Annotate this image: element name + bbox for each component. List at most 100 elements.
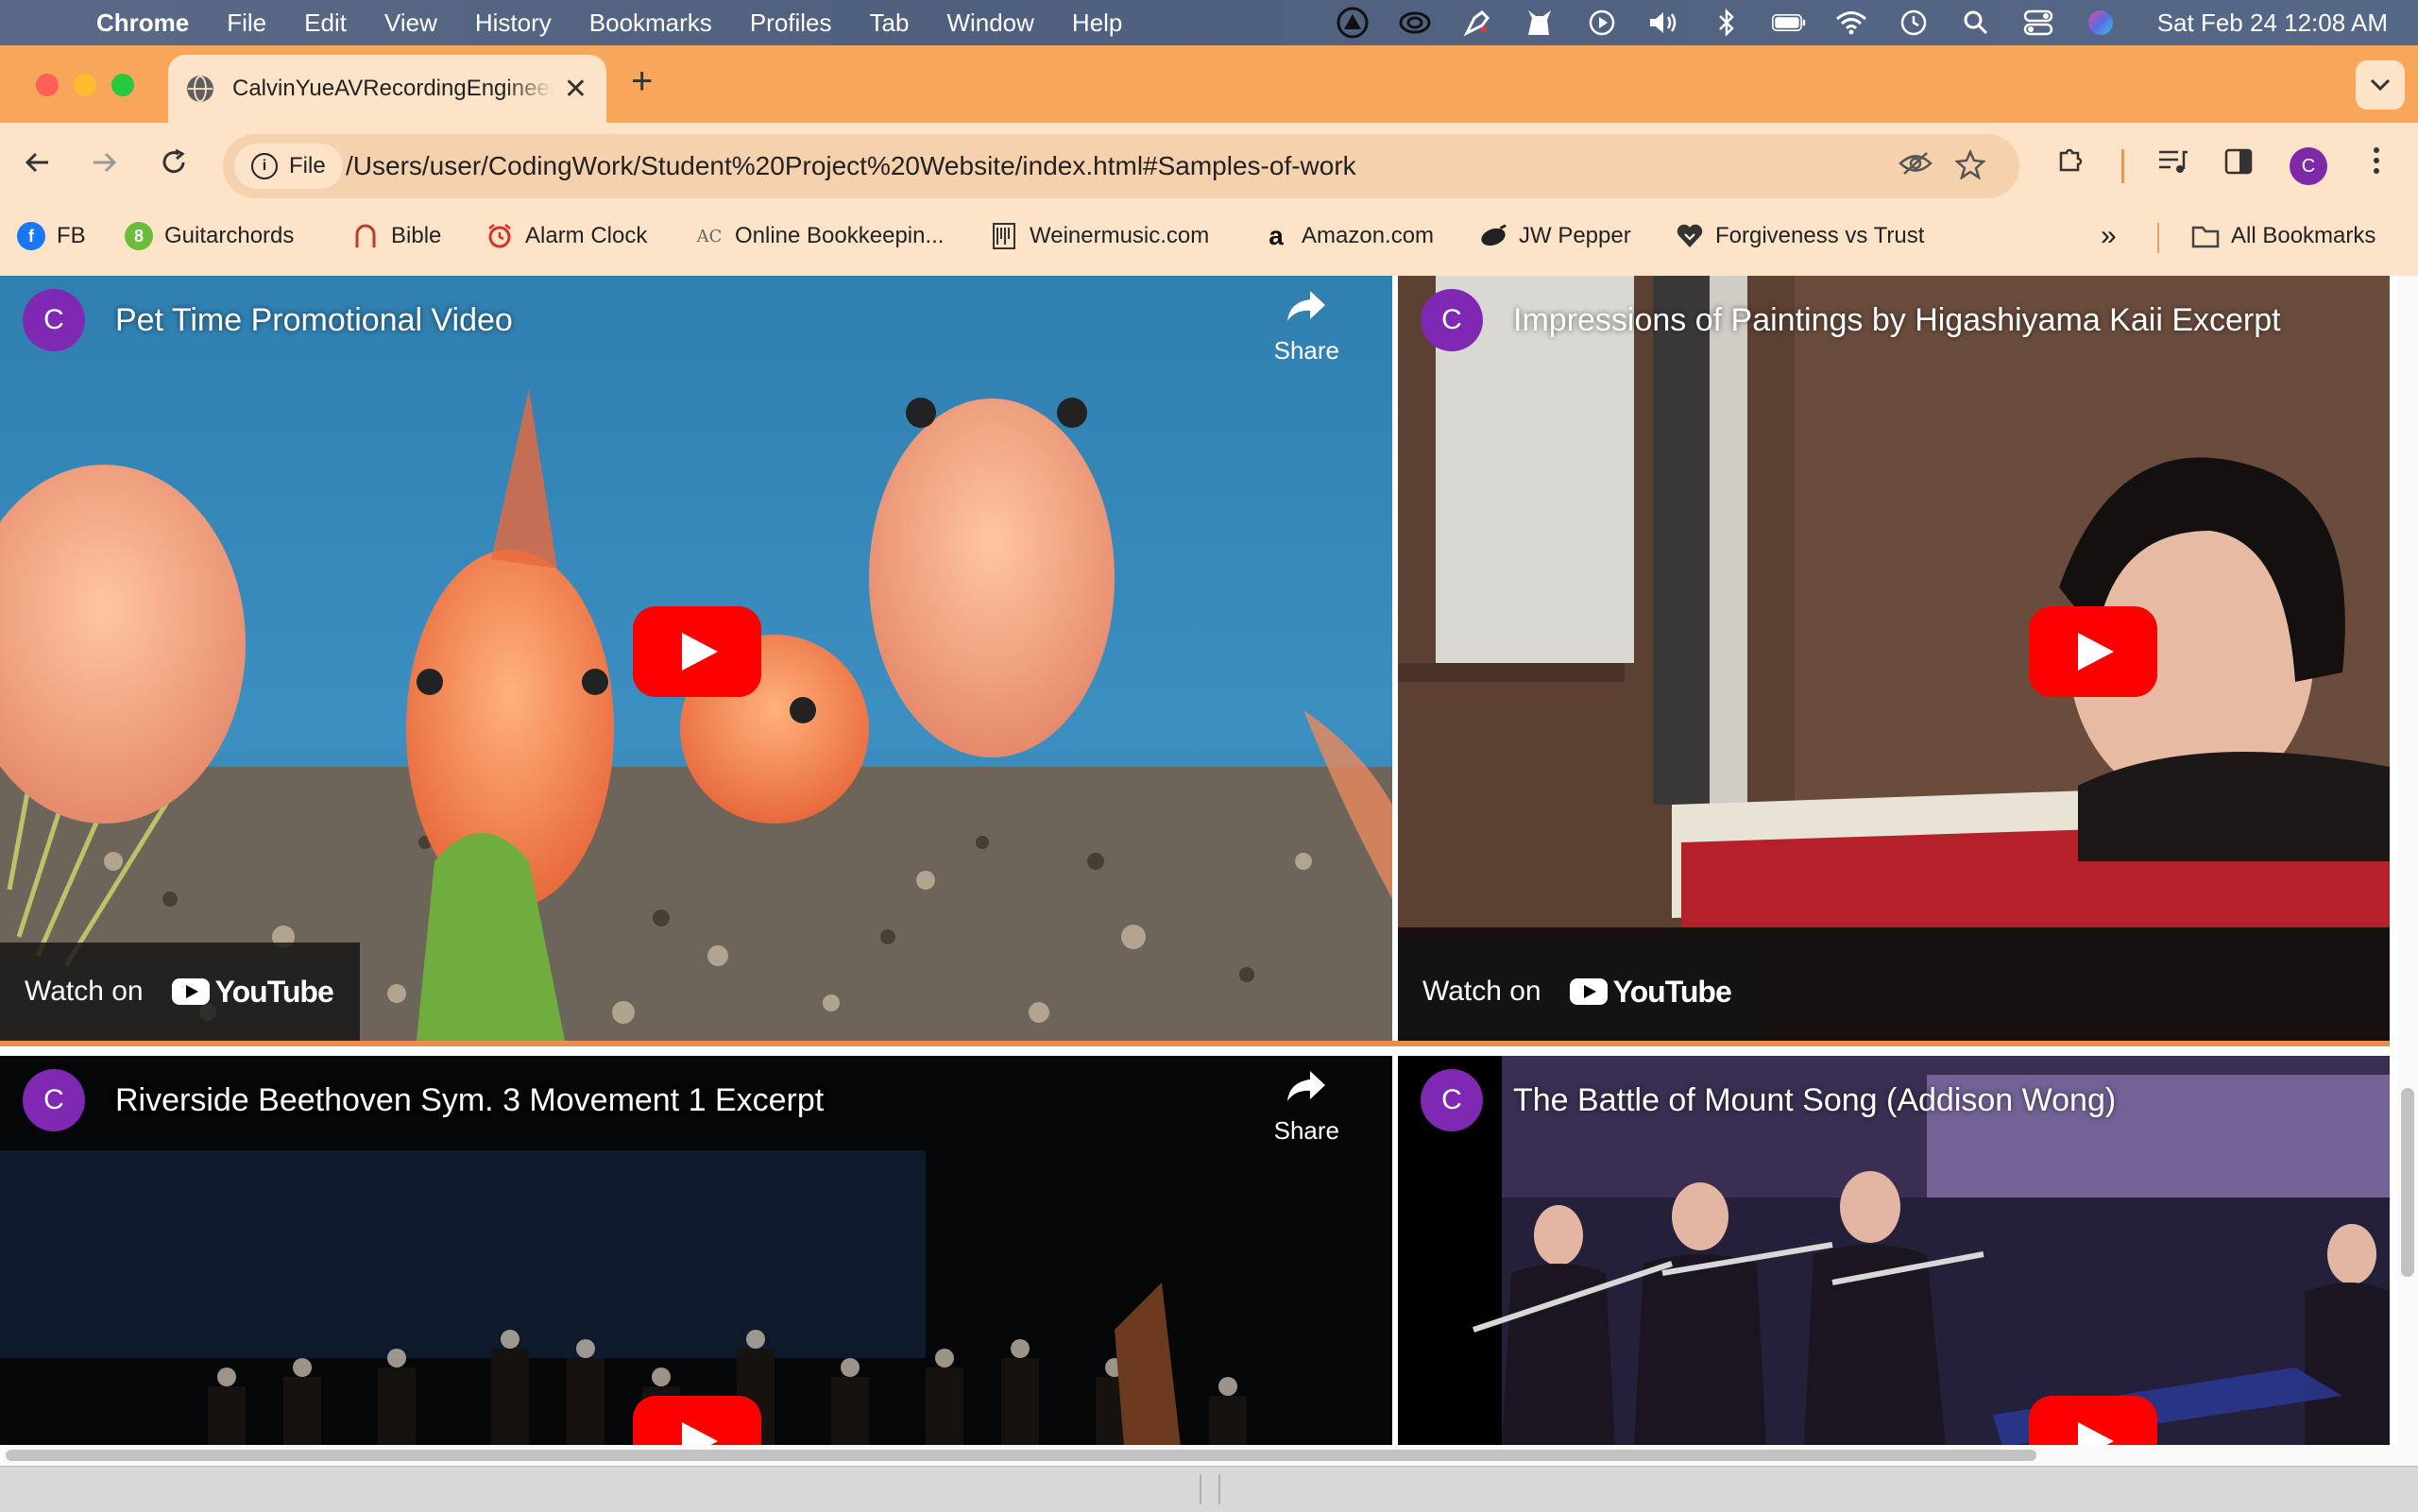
eye-slash-icon[interactable] — [1899, 149, 1933, 185]
menu-file[interactable]: File — [208, 8, 285, 38]
youtube-logo-icon: YouTube — [1569, 975, 1732, 1010]
video-embed-battle-of-mount-song[interactable]: C The Battle of Mount Song (Addison Wong… — [1398, 1056, 2390, 1447]
menu-edit[interactable]: Edit — [285, 8, 366, 38]
video-title[interactable]: Impressions of Paintings by Higashiyama … — [1513, 302, 2281, 339]
channel-avatar[interactable]: C — [1421, 289, 1483, 351]
spotlight-search-icon[interactable] — [1959, 8, 1993, 37]
more-menu-icon[interactable] — [2356, 145, 2397, 187]
minimize-window-button[interactable] — [74, 74, 96, 96]
media-queue-icon[interactable] — [2152, 145, 2193, 187]
video-header: C Pet Time Promotional Video — [23, 289, 513, 351]
video-embed-riverside-beethoven[interactable]: C Riverside Beethoven Sym. 3 Movement 1 … — [0, 1056, 1392, 1447]
extensions-puzzle-icon[interactable] — [2050, 145, 2091, 187]
bookmark-alarm-clock[interactable]: Alarm Clock — [485, 210, 647, 263]
bookmark-label: Weinermusic.com — [1030, 223, 1210, 248]
wifi-icon[interactable] — [1834, 8, 1868, 37]
bookmark-label: Bible — [391, 223, 442, 248]
all-bookmarks-folder[interactable]: All Bookmarks — [2191, 210, 2375, 263]
bookmark-fb[interactable]: f FB — [17, 210, 86, 263]
play-button-icon[interactable] — [2029, 606, 2157, 697]
volume-icon[interactable] — [1647, 8, 1681, 37]
profile-avatar[interactable]: C — [2290, 147, 2327, 185]
alarm-clock-icon — [485, 222, 514, 250]
page-content: C Pet Time Promotional Video Share Watch… — [0, 276, 2418, 1447]
menu-profiles[interactable]: Profiles — [731, 8, 851, 38]
amazon-icon: a — [1269, 221, 1284, 250]
battery-icon[interactable] — [1771, 8, 1806, 37]
bookmarks-bar: f FB 8 Guitarchords Bible Alarm Clock AC… — [0, 210, 2418, 277]
site-info-chip[interactable]: i File — [234, 144, 343, 189]
bookmark-amazon[interactable]: a Amazon.com — [1262, 210, 1434, 263]
bookmark-bible[interactable]: Bible — [351, 210, 441, 263]
video-header: C Riverside Beethoven Sym. 3 Movement 1 … — [23, 1069, 824, 1131]
horizontal-scrollbar-thumb[interactable] — [6, 1450, 2036, 1461]
toolbar-divider — [2121, 149, 2124, 183]
window-bottom-edge — [0, 1466, 2418, 1512]
menu-app-chrome[interactable]: Chrome — [79, 8, 208, 38]
side-panel-icon[interactable] — [2218, 145, 2259, 187]
bookmark-label: Forgiveness vs Trust — [1715, 223, 1925, 248]
siri-icon[interactable] — [2084, 8, 2118, 37]
horizontal-scrollbar[interactable] — [0, 1445, 2418, 1466]
bluetooth-icon[interactable] — [1710, 8, 1744, 37]
watch-on-youtube-button[interactable]: Watch on YouTube — [1398, 943, 1758, 1041]
bookmarks-overflow-chevron-icon[interactable]: » — [2101, 210, 2117, 263]
menu-history[interactable]: History — [456, 8, 570, 38]
bookmark-label: Alarm Clock — [525, 223, 648, 248]
bookmark-forgiveness-vs-trust[interactable]: Forgiveness vs Trust — [1676, 210, 1924, 263]
share-button[interactable]: Share — [1274, 1069, 1339, 1146]
share-label: Share — [1273, 1116, 1339, 1145]
address-bar[interactable]: i File /Users/user/CodingWork/Student%20… — [223, 134, 2019, 198]
bookmark-online-bookkeeping[interactable]: AC Online Bookkeepin... — [695, 210, 945, 263]
video-title[interactable]: Riverside Beethoven Sym. 3 Movement 1 Ex… — [115, 1082, 824, 1119]
close-window-button[interactable] — [36, 74, 59, 96]
watch-on-label: Watch on — [25, 976, 144, 1007]
back-arrow-icon[interactable] — [15, 144, 60, 189]
tab-strip: CalvinYueAVRecordingEngineer ✕ + — [0, 45, 2418, 123]
channel-avatar[interactable]: C — [23, 1069, 85, 1131]
video-title[interactable]: Pet Time Promotional Video — [115, 302, 513, 339]
bookmark-weinermusic[interactable]: Weinermusic.com — [990, 210, 1209, 263]
video-title[interactable]: The Battle of Mount Song (Addison Wong) — [1513, 1082, 2116, 1119]
watch-on-youtube-button[interactable]: Watch on YouTube — [0, 943, 360, 1041]
channel-avatar[interactable]: C — [1421, 1069, 1483, 1131]
play-button-icon[interactable] — [633, 1396, 761, 1447]
vertical-scrollbar[interactable] — [2397, 276, 2418, 1447]
time-machine-icon[interactable] — [1897, 8, 1931, 37]
control-center-icon[interactable] — [2021, 8, 2055, 37]
menu-window[interactable]: Window — [928, 8, 1052, 38]
globe-icon — [187, 76, 213, 102]
url-text[interactable]: /Users/user/CodingWork/Student%20Project… — [346, 151, 1356, 181]
reload-icon[interactable] — [151, 144, 196, 189]
tab-active[interactable]: CalvinYueAVRecordingEngineer ✕ — [168, 55, 606, 123]
status-icons: Sat Feb 24 12:08 AM — [1336, 0, 2388, 45]
video-embed-higashiyama-kaii[interactable]: C Impressions of Paintings by Higashiyam… — [1398, 276, 2390, 1041]
channel-avatar[interactable]: C — [23, 289, 85, 351]
bookmark-jw-pepper[interactable]: JW Pepper — [1479, 210, 1631, 263]
video-thumbnail-reader — [1398, 276, 2390, 1041]
pen-tool-icon[interactable] — [1460, 8, 1494, 37]
bookmark-star-icon[interactable] — [1954, 148, 1986, 187]
warning-triangle-icon[interactable] — [1336, 7, 1370, 39]
share-button[interactable]: Share — [1274, 289, 1339, 365]
menu-tab[interactable]: Tab — [851, 8, 928, 38]
tab-search-chevron-icon[interactable] — [2356, 60, 2405, 110]
creative-cloud-icon[interactable] — [1398, 8, 1432, 37]
new-tab-icon[interactable]: + — [631, 60, 653, 103]
cat-app-icon[interactable] — [1523, 8, 1557, 37]
bookmark-guitarchords[interactable]: 8 Guitarchords — [125, 210, 294, 263]
zoom-window-button[interactable] — [111, 74, 134, 96]
menu-view[interactable]: View — [366, 8, 456, 38]
vertical-scrollbar-thumb[interactable] — [2401, 1088, 2414, 1277]
play-circle-icon[interactable] — [1585, 8, 1619, 37]
weinermusic-icon — [990, 222, 1018, 250]
menu-help[interactable]: Help — [1053, 8, 1141, 38]
menu-bookmarks[interactable]: Bookmarks — [570, 8, 731, 38]
play-button-icon[interactable] — [633, 606, 761, 697]
close-tab-icon[interactable]: ✕ — [564, 73, 587, 106]
play-button-icon[interactable] — [2029, 1396, 2157, 1447]
forward-arrow-icon[interactable] — [81, 144, 127, 189]
video-embed-pet-time[interactable]: C Pet Time Promotional Video Share Watch… — [0, 276, 1392, 1041]
menubar-clock[interactable]: Sat Feb 24 12:08 AM — [2157, 8, 2388, 38]
site-info-label: File — [289, 153, 326, 178]
